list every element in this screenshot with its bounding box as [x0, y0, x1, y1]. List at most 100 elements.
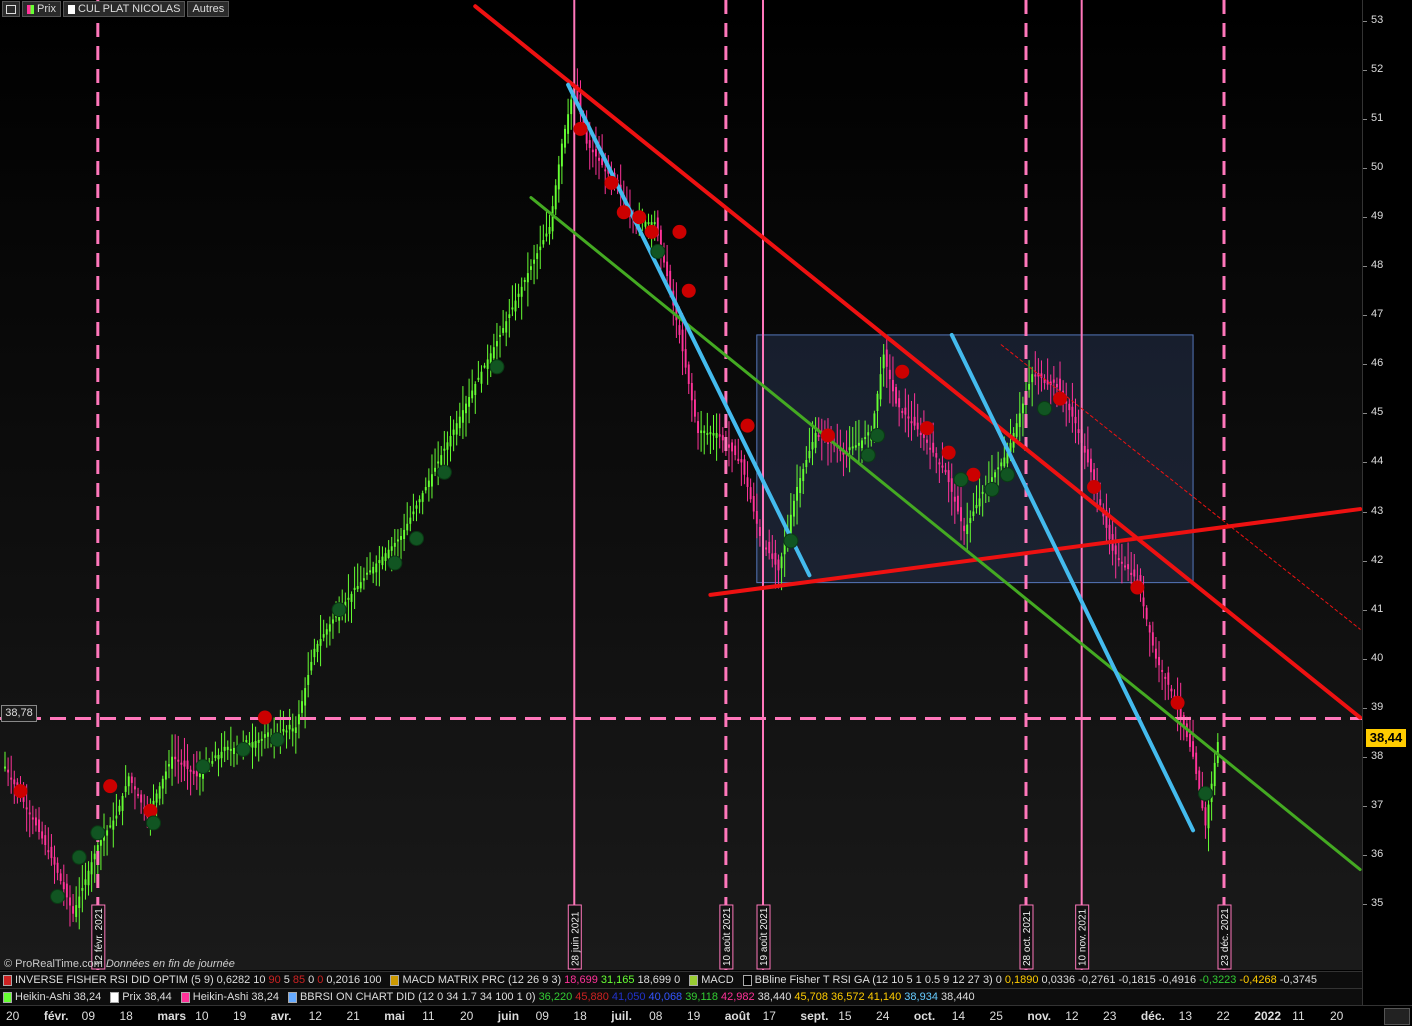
candle-body — [1124, 565, 1126, 568]
date-tick-label: 14 — [951, 1009, 966, 1023]
candle-body — [941, 465, 944, 468]
prix-toggle[interactable]: Prix — [22, 1, 61, 17]
candle-body — [752, 495, 755, 512]
price-tick-mark — [1363, 805, 1367, 807]
indicator-legend-item[interactable]: Prix 38,44 — [107, 991, 172, 1003]
corner-menu-button[interactable] — [1384, 1008, 1410, 1025]
indicator-value: 42,982 — [721, 991, 755, 1003]
indicator-legend-item[interactable]: INVERSE FISHER RSI DID OPTIM (5 9) 0,6282… — [0, 974, 381, 986]
date-tick-label: 19 — [686, 1009, 701, 1023]
date-tick-label: déc. — [1140, 1009, 1165, 1023]
window-restore-button[interactable] — [2, 1, 20, 17]
model-toggle[interactable]: CUL PLAT NICOLAS — [62, 1, 186, 17]
sell-signal-dot — [681, 283, 696, 298]
candle-body — [310, 661, 313, 671]
chart-svg[interactable]: 12 févr. 2021 10 août 2021 28 oct. 2021 23 … — [0, 0, 1412, 1005]
candle-body — [1000, 462, 1003, 467]
candle-body — [604, 169, 607, 172]
indicator-color-icon — [3, 974, 12, 986]
indicator-value: 0,0336 — [1041, 974, 1076, 986]
buy-signal-dot — [387, 555, 403, 571]
indicator-name: MACD — [701, 974, 734, 986]
candle-body — [523, 279, 526, 282]
candle-body — [427, 480, 430, 488]
buy-signal-dot — [860, 447, 876, 463]
candle-body — [127, 776, 130, 787]
indicator-color-icon — [287, 991, 297, 1003]
indicator-legend-item[interactable]: Heikin-Ashi 38,24 — [0, 991, 101, 1003]
prix-label: Prix — [37, 3, 56, 15]
candle-body — [471, 390, 474, 399]
candle-body — [808, 451, 811, 459]
date-tick-label: 10 — [195, 1009, 209, 1023]
candle-body — [1031, 374, 1034, 383]
price-tick-mark — [1363, 560, 1367, 562]
indicator-legend-item[interactable]: BBRSI ON CHART DID (12 0 34 1.7 34 100 1… — [285, 991, 975, 1003]
candle-body — [935, 453, 938, 458]
candle-body — [743, 459, 746, 475]
watermark-note: Données en fin de journée — [105, 958, 235, 970]
candle-body — [901, 410, 904, 413]
autres-button[interactable]: Autres — [187, 1, 230, 17]
candle-body — [700, 430, 703, 434]
candle-body — [1074, 416, 1077, 424]
candle-body — [564, 128, 566, 148]
candle-body — [359, 582, 362, 589]
date-tick-label: févr. — [43, 1009, 69, 1023]
sell-signal-dot — [1170, 695, 1185, 710]
candle-body — [1015, 423, 1018, 437]
indicator-value: 85 — [292, 974, 306, 986]
candle-body — [443, 448, 446, 451]
candle-body — [325, 629, 328, 635]
sell-signal-dot — [573, 121, 588, 136]
indicator-value: 40,068 — [648, 991, 683, 1003]
indicator-legend-item[interactable]: MACD — [686, 974, 734, 986]
indicator-name: INVERSE FISHER RSI DID OPTIM (5 9) — [15, 974, 214, 986]
candle-body — [477, 377, 480, 380]
candle-body — [1161, 669, 1164, 672]
candle-body — [214, 755, 217, 758]
indicator-color-icon — [390, 974, 400, 986]
price-tick-mark — [1363, 511, 1367, 513]
candle-body — [495, 341, 498, 347]
buy-signal-dot — [146, 815, 162, 831]
candle-body — [474, 383, 477, 396]
candle-body — [124, 786, 127, 792]
candle-body — [75, 905, 78, 917]
candle-body — [1021, 403, 1024, 414]
candle-body — [594, 149, 597, 157]
candle-body — [938, 462, 941, 465]
candle-body — [260, 738, 263, 741]
candle-body — [520, 286, 523, 297]
price-tick-label: 39 — [1371, 700, 1384, 713]
price-tick-mark — [1363, 609, 1367, 611]
horizontal-line-price-tag: 38,78 — [1, 705, 37, 722]
autres-label: Autres — [192, 3, 225, 15]
candle-body — [737, 458, 740, 462]
price-tick-label: 46 — [1371, 357, 1384, 370]
candle-body — [706, 432, 709, 435]
candle-body — [1086, 449, 1089, 463]
candle-body — [140, 794, 143, 803]
candle-body — [907, 416, 910, 419]
price-tick-label: 35 — [1371, 896, 1384, 909]
candle-body — [1052, 379, 1055, 383]
indicator-color-icon — [180, 991, 190, 1003]
indicator-name: BBRSI ON CHART DID (12 0 34 1.7 34 100 1… — [299, 991, 536, 1003]
buy-signal-dot — [408, 530, 424, 546]
candle-body — [771, 553, 774, 559]
indicator-legend-item[interactable]: MACD MATRIX PRC (12 26 9 3) 18,699 31,165 1… — [387, 974, 680, 986]
buy-signal-dot — [195, 759, 211, 775]
candle-body — [288, 724, 291, 730]
candle-body — [192, 770, 195, 774]
candle-body — [362, 578, 365, 581]
indicator-legend-item[interactable]: BBline Fisher T RSI GA (12 10 5 1 0.5 9 … — [740, 974, 1317, 986]
date-tick-label: 11 — [1292, 1009, 1305, 1023]
indicator-value: 18,699 — [564, 974, 598, 986]
candle-body — [483, 365, 486, 368]
candle-body — [328, 624, 331, 632]
indicator-legend-item[interactable]: Heikin-Ashi 38,24 — [178, 991, 279, 1003]
date-tick-label: 20 — [1330, 1009, 1344, 1023]
candle-body — [1142, 597, 1145, 607]
sell-signal-dot — [644, 224, 659, 239]
